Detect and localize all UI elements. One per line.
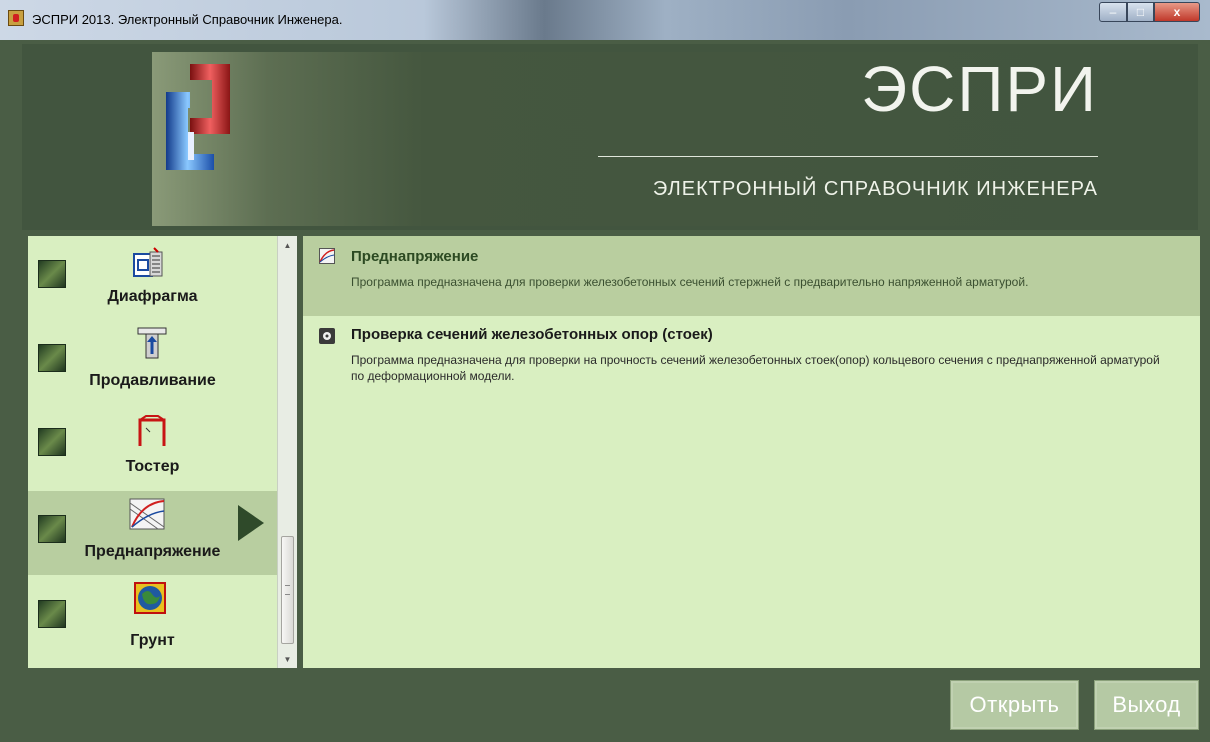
program-description: Программа предназначена для проверки жел… (351, 275, 1029, 289)
brand-subtitle: ЭЛЕКТРОННЫЙ СПРАВОЧНИК ИНЖЕНЕРА (652, 178, 1098, 200)
sidebar-item-label: Диафрагма (107, 288, 198, 305)
sidebar-scrollbar[interactable]: ▲ ▼ (277, 236, 297, 668)
scroll-up-arrow-icon[interactable]: ▲ (278, 236, 297, 254)
soil-icon (134, 582, 166, 614)
scroll-grip-icon (285, 585, 290, 595)
minimize-button[interactable]: ‒ (1099, 2, 1127, 22)
program-item-column-section[interactable]: Проверка сечений железобетонных опор (ст… (303, 318, 1200, 398)
sidebar-item-label: Продавливание (89, 372, 216, 389)
program-title: Преднапряжение (351, 248, 479, 265)
exit-button[interactable]: Выход (1094, 680, 1199, 730)
sidebar-item-toster[interactable]: Тостер (28, 406, 277, 490)
bullet-marker-icon (38, 515, 66, 543)
program-list[interactable]: Преднапряжение Программа предназначена д… (303, 236, 1200, 668)
sidebar-item-prestress[interactable]: Преднапряжение (28, 491, 277, 575)
sidebar-item-soil[interactable]: Грунт (28, 576, 277, 660)
window-title: ЭСПРИ 2013. Электронный Справочник Инжен… (32, 12, 343, 27)
program-description: Программа предназначена для проверки на … (351, 353, 1160, 383)
app-window: ЭСПРИ 2013. Электронный Справочник Инжен… (0, 0, 1210, 742)
scroll-thumb[interactable] (281, 536, 294, 644)
bullet-marker-icon (38, 260, 66, 288)
toster-icon (138, 415, 166, 446)
sidebar-item-diaphragm[interactable]: Диафрагма (28, 236, 277, 320)
title-bar[interactable]: ЭСПРИ 2013. Электронный Справочник Инжен… (0, 0, 1210, 40)
scroll-down-arrow-icon[interactable]: ▼ (278, 650, 297, 668)
app-icon (8, 10, 24, 26)
prestress-icon (129, 498, 165, 530)
sidebar-item-label: Грунт (130, 632, 175, 649)
brand-title: ЭСПРИ (861, 53, 1098, 125)
maximize-button[interactable]: □ (1127, 2, 1154, 22)
brand-divider (598, 156, 1098, 157)
sidebar-item-label: Преднапряжение (84, 543, 221, 560)
diaphragm-icon (133, 247, 163, 277)
punching-icon (137, 327, 167, 359)
espri-logo-icon (166, 64, 230, 170)
open-button[interactable]: Открыть (950, 680, 1079, 730)
active-arrow-icon (238, 505, 264, 541)
sidebar-item-punching[interactable]: Продавливание (28, 322, 277, 406)
program-group-list[interactable]: Диафрагма Продавливание Тостер Преднапря… (28, 236, 277, 668)
program-title: Проверка сечений железобетонных опор (ст… (351, 326, 713, 343)
bullet-marker-icon (38, 600, 66, 628)
program-item-prestress[interactable]: Преднапряжение Программа предназначена д… (303, 236, 1200, 316)
window-controls: ‒ □ x (1099, 2, 1200, 22)
sidebar-item-label: Тостер (125, 458, 180, 475)
bullet-marker-icon (38, 428, 66, 456)
prestress-small-icon (319, 248, 335, 264)
close-button[interactable]: x (1154, 2, 1200, 22)
bullet-marker-icon (38, 344, 66, 372)
column-section-icon (319, 328, 335, 344)
